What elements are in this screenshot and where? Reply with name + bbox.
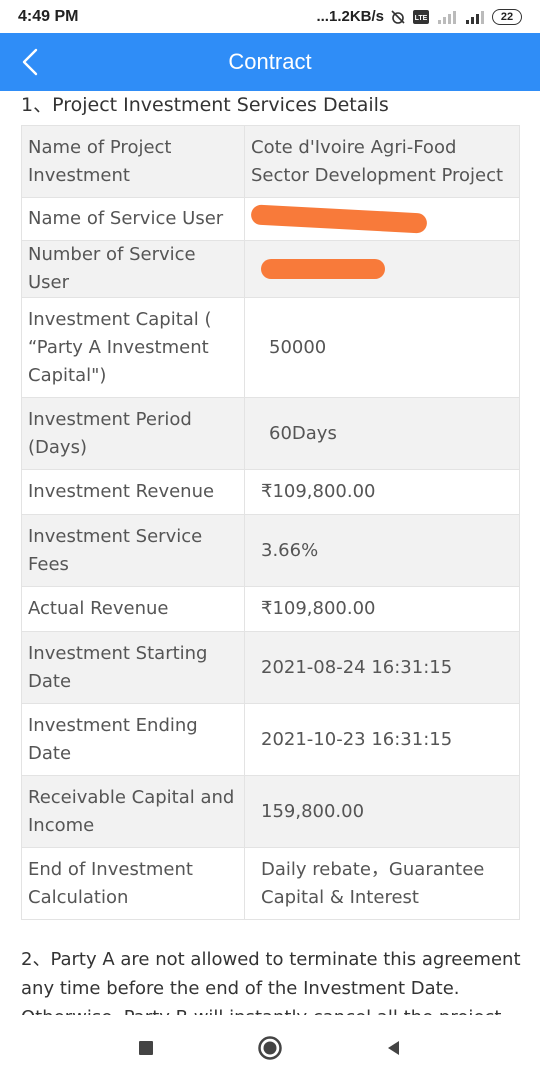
table-row: Investment Period (Days) 60Days [21, 397, 520, 470]
table-row: Investment Revenue ₹109,800.00 [21, 469, 520, 515]
row-value: Cote d'Ivoire Agri-Food Sector Developme… [244, 125, 520, 198]
redaction-mark [250, 204, 428, 234]
row-label: Investment Service Fees [21, 514, 245, 587]
section-2-text: 2、Party A are not allowed to terminate t… [21, 949, 521, 1015]
table-row: Investment Service Fees 3.66% [21, 514, 520, 587]
row-value [244, 240, 520, 298]
back-button[interactable] [10, 42, 50, 82]
table-row: Investment Ending Date 2021-10-23 16:31:… [21, 703, 520, 776]
row-value: 50000 [244, 297, 520, 398]
row-value: 3.66% [244, 514, 520, 587]
table-row: Number of Service User [21, 240, 520, 298]
row-label: Investment Ending Date [21, 703, 245, 776]
row-value: 2021-08-24 16:31:15 [244, 631, 520, 704]
row-value: 2021-10-23 16:31:15 [244, 703, 520, 776]
row-label: Investment Starting Date [21, 631, 245, 704]
home-circle-icon [258, 1035, 282, 1060]
row-label: Name of Service User [21, 197, 245, 241]
row-value: Daily rebate，Guarantee Capital & Interes… [244, 847, 520, 920]
svg-text:LTE: LTE [415, 15, 428, 22]
row-label: Investment Period (Days) [21, 397, 245, 470]
home-button[interactable] [250, 1028, 290, 1068]
investment-details-table: Name of Project Investment Cote d'Ivoire… [21, 125, 520, 920]
row-value: ₹109,800.00 [244, 469, 520, 515]
row-value: 60Days [244, 397, 520, 470]
app-header: Contract [0, 33, 540, 91]
section-title: 1、Project Investment Services Details [21, 94, 389, 116]
network-speed: ...1.2KB/s [316, 8, 384, 25]
row-label: Investment Revenue [21, 469, 245, 515]
table-row: Name of Service User [21, 197, 520, 241]
recents-square-icon [139, 1040, 153, 1055]
table-row: Name of Project Investment Cote d'Ivoire… [21, 125, 520, 198]
row-label: Actual Revenue [21, 586, 245, 632]
table-row: Actual Revenue ₹109,800.00 [21, 586, 520, 632]
navigation-bar [0, 1015, 540, 1080]
status-bar: 4:49 PM ...1.2KB/s LTE 22 [0, 0, 540, 33]
redaction-mark [261, 259, 385, 279]
row-value: 159,800.00 [244, 775, 520, 848]
signal-icon [464, 9, 486, 25]
contract-content[interactable]: 1、Project Investment Services Details Na… [0, 91, 540, 1015]
chevron-left-icon [22, 48, 38, 76]
row-label: Receivable Capital and Income [21, 775, 245, 848]
battery-icon: 22 [492, 8, 522, 25]
status-indicators: ...1.2KB/s LTE 22 [316, 8, 522, 25]
row-value [244, 197, 520, 241]
row-value: ₹109,800.00 [244, 586, 520, 632]
row-label: Investment Capital ( “Party A Investment… [21, 297, 245, 398]
row-label: End of Investment Calculation [21, 847, 245, 920]
recents-button[interactable] [126, 1028, 166, 1068]
table-row: Investment Capital ( “Party A Investment… [21, 297, 520, 398]
nav-back-button[interactable] [374, 1028, 414, 1068]
status-time: 4:49 PM [18, 7, 79, 25]
row-label: Name of Project Investment [21, 125, 245, 198]
volte-icon: LTE [412, 9, 430, 25]
table-row: Investment Starting Date 2021-08-24 16:3… [21, 631, 520, 704]
table-row: Receivable Capital and Income 159,800.00 [21, 775, 520, 848]
row-label: Number of Service User [21, 240, 245, 298]
table-row: End of Investment Calculation Daily reba… [21, 847, 520, 920]
alarm-off-icon [390, 9, 406, 25]
page-title: Contract [228, 49, 312, 74]
back-triangle-icon [388, 1040, 399, 1055]
4g-signal-icon [436, 9, 458, 25]
